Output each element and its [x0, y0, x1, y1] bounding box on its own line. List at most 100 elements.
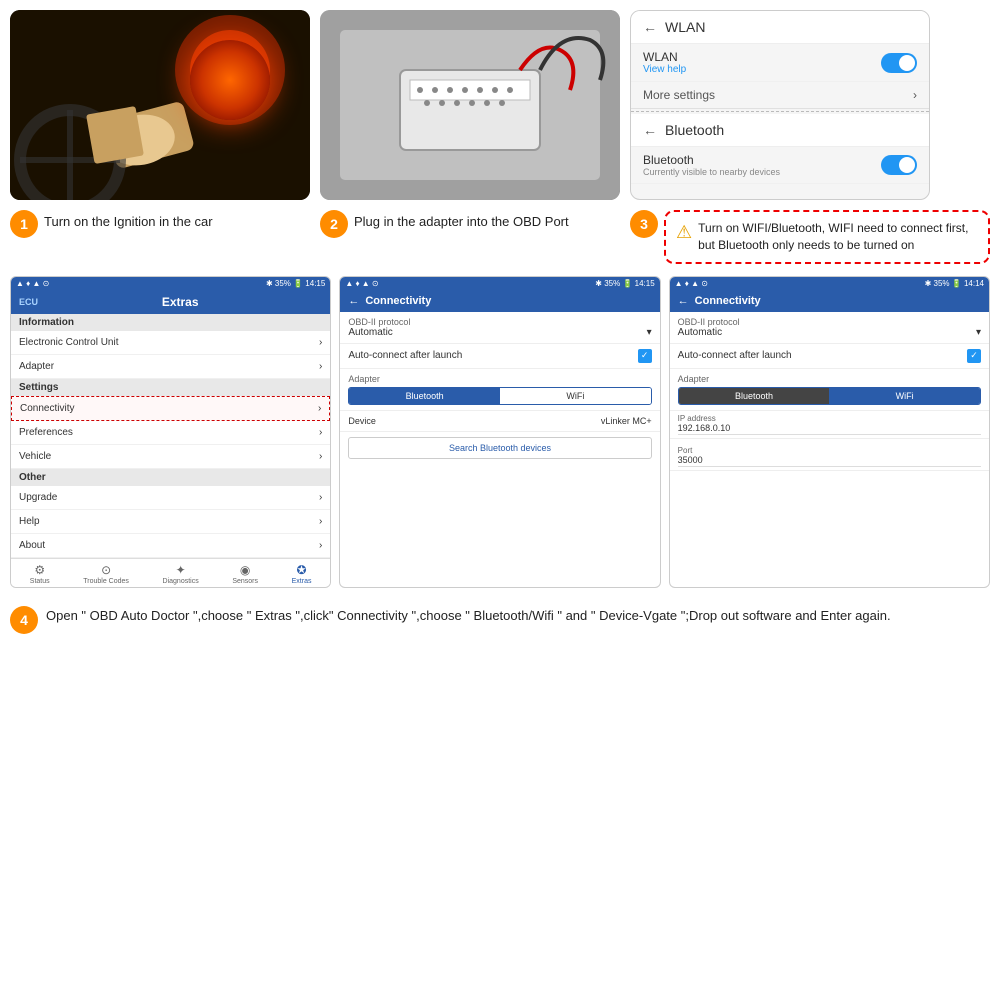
connectivity-wifi-back[interactable]: ←: [678, 295, 689, 307]
protocol-value-wifi: Automatic: [678, 327, 722, 338]
info-section-header: Information: [11, 314, 330, 331]
phone-screens-row: ▲ ♦ ▲ ⊙ ✱ 35% 🔋 14:15 ECU Extras Informa…: [10, 276, 990, 588]
top-images-row: ← WLAN WLAN View help More settings › ← …: [10, 10, 990, 200]
connectivity-bt-back[interactable]: ←: [348, 295, 359, 307]
auto-connect-row-wifi: Auto-connect after launch ✓: [670, 344, 989, 369]
ecu-menu-item[interactable]: Electronic Control Unit ›: [11, 331, 330, 355]
bt-back-arrow: ←: [643, 122, 657, 138]
ecu-dropdown[interactable]: ECU: [19, 297, 38, 307]
wlan-toggle-row: WLAN View help: [631, 44, 929, 82]
step1-text: Turn on the Ignition in the car: [44, 210, 213, 231]
step3-area: 3 ⚠ Turn on WIFI/Bluetooth, WIFI need to…: [630, 210, 990, 264]
preferences-menu-item[interactable]: Preferences ›: [11, 421, 330, 445]
connectivity-bt-header: ← Connectivity: [340, 290, 659, 312]
protocol-value-row-bt: Automatic ▾: [348, 327, 651, 338]
phone2-status-bar: ▲ ♦ ▲ ⊙ ✱ 35% 🔋 14:15: [340, 277, 659, 290]
bt-label: Bluetooth: [643, 153, 780, 167]
connectivity-menu-item[interactable]: Connectivity ›: [11, 396, 330, 421]
ip-address-value[interactable]: 192.168.0.10: [678, 423, 981, 435]
step1-circle: 1: [10, 210, 38, 238]
wifi-tab-wifi[interactable]: WiFi: [829, 388, 980, 404]
search-bluetooth-btn[interactable]: Search Bluetooth devices: [348, 437, 651, 459]
bt-label-group: Bluetooth Currently visible to nearby de…: [643, 153, 780, 177]
car-ignition-photo: [10, 10, 310, 200]
adapter-tabs-wifi: Bluetooth WiFi: [678, 387, 981, 405]
phone1-bottom-nav: ⚙ Status ⊙ Trouble Codes ✦ Diagnostics ◉…: [11, 558, 330, 587]
vehicle-menu-label: Vehicle: [19, 451, 51, 462]
connectivity-chevron: ›: [318, 403, 321, 414]
bluetooth-tab-bt[interactable]: Bluetooth: [349, 388, 500, 404]
bluetooth-tab-wifi[interactable]: Bluetooth: [679, 388, 830, 404]
protocol-label-bt: OBD-II protocol: [348, 317, 651, 327]
step3-circle: 3: [630, 210, 658, 238]
status-nav-label: Status: [30, 578, 50, 585]
auto-connect-row-bt: Auto-connect after launch ✓: [340, 344, 659, 369]
connectivity-menu-label: Connectivity: [20, 403, 74, 414]
wlan-back-arrow: ←: [643, 19, 657, 35]
upgrade-menu-item[interactable]: Upgrade ›: [11, 486, 330, 510]
extras-header: ECU Extras: [11, 290, 330, 314]
nav-trouble[interactable]: ⊙ Trouble Codes: [83, 563, 129, 585]
trouble-nav-label: Trouble Codes: [83, 578, 129, 585]
adapter-menu-item[interactable]: Adapter ›: [11, 355, 330, 379]
obd-port-photo: [320, 10, 620, 200]
adapter-section-wifi: Adapter Bluetooth WiFi: [670, 369, 989, 411]
device-value-bt: vLinker MC+: [601, 416, 652, 426]
about-menu-item[interactable]: About ›: [11, 534, 330, 558]
phone2-signal: ▲ ♦ ▲ ⊙: [345, 279, 378, 288]
adapter-label-wifi: Adapter: [678, 374, 981, 384]
connectivity-wifi-header: ← Connectivity: [670, 290, 989, 312]
ecu-chevron: ›: [319, 337, 322, 348]
nav-diagnostics[interactable]: ✦ Diagnostics: [163, 563, 199, 585]
status-nav-icon: ⚙: [34, 563, 45, 577]
about-chevron: ›: [319, 540, 322, 551]
help-menu-label: Help: [19, 516, 40, 527]
help-chevron: ›: [319, 516, 322, 527]
nav-sensors[interactable]: ◉ Sensors: [232, 563, 258, 585]
other-section-header: Other: [11, 469, 330, 486]
nav-status[interactable]: ⚙ Status: [30, 563, 50, 585]
wifi-tab-bt[interactable]: WiFi: [500, 388, 651, 404]
vehicle-chevron: ›: [319, 451, 322, 462]
connectivity-bt-phone-screen: ▲ ♦ ▲ ⊙ ✱ 35% 🔋 14:15 ← Connectivity OBD…: [339, 276, 660, 588]
step3-warning-box: ⚠ Turn on WIFI/Bluetooth, WIFI need to c…: [664, 210, 990, 264]
port-label: Port: [678, 446, 981, 455]
step4-row: 4 Open " OBD Auto Doctor ",choose " Extr…: [10, 600, 990, 640]
protocol-label-wifi: OBD-II protocol: [678, 317, 981, 327]
adapter-label-bt: Adapter: [348, 374, 651, 384]
extras-title: Extras: [162, 295, 199, 309]
sensors-nav-icon: ◉: [240, 563, 250, 577]
phone1-status-bar: ▲ ♦ ▲ ⊙ ✱ 35% 🔋 14:15: [11, 277, 330, 290]
auto-connect-label-wifi: Auto-connect after launch: [678, 350, 792, 361]
port-value[interactable]: 35000: [678, 455, 981, 467]
preferences-chevron: ›: [319, 427, 322, 438]
ip-address-row: IP address 192.168.0.10: [670, 411, 989, 439]
phone1-signal: ▲ ♦ ▲ ⊙: [16, 279, 49, 288]
nav-extras[interactable]: ✪ Extras: [292, 563, 312, 585]
auto-connect-checkbox-bt[interactable]: ✓: [638, 349, 652, 363]
trouble-nav-icon: ⊙: [101, 563, 111, 577]
port-row: Port 35000: [670, 443, 989, 471]
auto-connect-checkbox-wifi[interactable]: ✓: [967, 349, 981, 363]
extras-phone-screen: ▲ ♦ ▲ ⊙ ✱ 35% 🔋 14:15 ECU Extras Informa…: [10, 276, 331, 588]
step3-warning-text: Turn on WIFI/Bluetooth, WIFI need to con…: [698, 220, 978, 254]
protocol-row-bt: OBD-II protocol Automatic ▾: [340, 312, 659, 344]
vehicle-menu-item[interactable]: Vehicle ›: [11, 445, 330, 469]
protocol-row-wifi: OBD-II protocol Automatic ▾: [670, 312, 989, 344]
device-row-bt: Device vLinker MC+: [340, 411, 659, 432]
protocol-value-row-wifi: Automatic ▾: [678, 327, 981, 338]
settings-section-header: Settings: [11, 379, 330, 396]
main-container: ← WLAN WLAN View help More settings › ← …: [0, 0, 1000, 1000]
bt-sub-label: Currently visible to nearby devices: [643, 167, 780, 177]
connectivity-wifi-phone-screen: ▲ ♦ ▲ ⊙ ✱ 35% 🔋 14:14 ← Connectivity OBD…: [669, 276, 990, 588]
help-menu-item[interactable]: Help ›: [11, 510, 330, 534]
bt-toggle[interactable]: [881, 155, 917, 175]
about-menu-label: About: [19, 540, 45, 551]
adapter-section-bt: Adapter Bluetooth WiFi: [340, 369, 659, 411]
wlan-title: WLAN: [665, 19, 705, 35]
section-divider: [631, 111, 929, 112]
wlan-toggle[interactable]: [881, 53, 917, 73]
wlan-more-chevron: ›: [913, 88, 917, 102]
extras-nav-icon: ✪: [297, 563, 307, 577]
upgrade-menu-label: Upgrade: [19, 492, 57, 503]
